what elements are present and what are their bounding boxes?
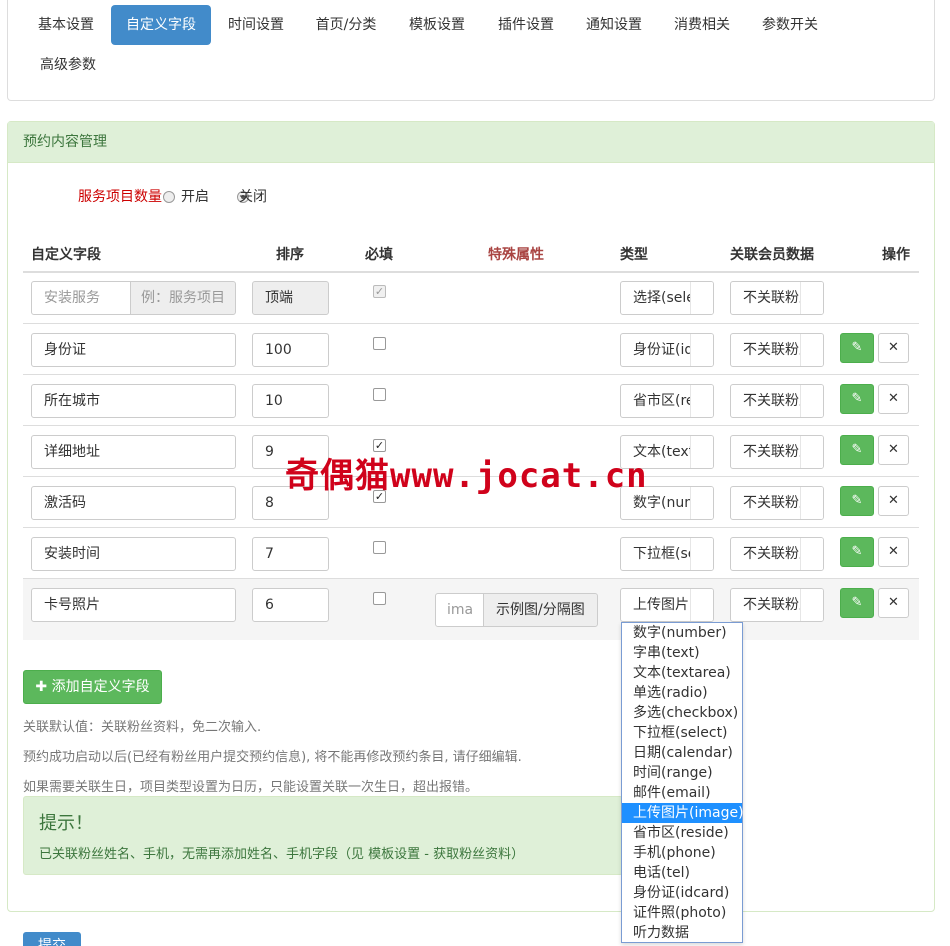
field-name-input[interactable]: 卡号照片 <box>31 588 236 622</box>
header-member-data: 关联会员数据 <box>730 247 814 263</box>
field-required-checkbox[interactable] <box>373 541 386 554</box>
field-type-select[interactable]: 省市区(reside) <box>620 384 714 418</box>
service-count-off-label: 关闭 <box>239 189 267 205</box>
help-note: 关联默认值：关联粉丝资料，免二次输入. <box>23 720 262 735</box>
field-member-select[interactable]: 不关联粉丝 <box>730 588 824 622</box>
alert-text: 已关联粉丝姓名、手机，无需再添加姓名、手机字段（见 模板设置 - 获取粉丝资料） <box>39 847 525 862</box>
delete-button[interactable]: ✕ <box>878 537 909 567</box>
dropdown-option[interactable]: 字串(text) <box>622 643 742 663</box>
tip-alert: 提示！ 已关联粉丝姓名、手机，无需再添加姓名、手机字段（见 模板设置 - 获取粉… <box>23 796 623 875</box>
header-divider <box>23 271 919 273</box>
edit-button[interactable]: ✎ <box>840 435 874 465</box>
edit-button[interactable]: ✎ <box>840 537 874 567</box>
delete-button[interactable]: ✕ <box>878 384 909 414</box>
tab-custom-fields[interactable]: 自定义字段 <box>111 5 211 45</box>
edit-button[interactable]: ✎ <box>840 384 874 414</box>
dropdown-option[interactable]: 身份证(idcard) <box>622 883 742 903</box>
header-order: 排序 <box>276 247 304 263</box>
special-attr-addon: 示例图/分隔图 <box>483 593 598 627</box>
edit-button[interactable]: ✎ <box>840 486 874 516</box>
add-custom-field-button[interactable]: ✚ 添加自定义字段 <box>23 670 162 704</box>
tab-template-settings[interactable]: 模板设置 <box>393 5 481 45</box>
header-type: 类型 <box>620 247 648 263</box>
dropdown-option[interactable]: 文本(textarea) <box>622 663 742 683</box>
tab-home-category[interactable]: 首页/分类 <box>301 5 391 45</box>
tab-param-switch[interactable]: 参数开关 <box>747 5 833 45</box>
row-divider <box>23 323 919 324</box>
header-custom-field: 自定义字段 <box>31 247 101 263</box>
header-special-attr: 特殊属性 <box>488 247 544 263</box>
field-name-input[interactable]: 详细地址 <box>31 435 236 469</box>
tab-time-settings[interactable]: 时间设置 <box>213 5 299 45</box>
edit-button[interactable]: ✎ <box>840 588 874 618</box>
header-action: 操作 <box>882 247 910 263</box>
dropdown-option[interactable]: 手机(phone) <box>622 843 742 863</box>
field-required-checkbox[interactable] <box>373 592 386 605</box>
dropdown-option-selected[interactable]: 上传图片(image) <box>622 803 744 823</box>
tab-notify-settings[interactable]: 通知设置 <box>571 5 657 45</box>
tab-advanced-params[interactable]: 高级参数 <box>25 45 111 85</box>
new-field-name-input[interactable]: 安装服务 <box>31 281 131 315</box>
row-divider <box>23 374 919 375</box>
field-required-checkbox[interactable] <box>373 337 386 350</box>
row-divider <box>23 425 919 426</box>
row-divider <box>23 527 919 528</box>
field-order-input[interactable]: 6 <box>252 588 329 622</box>
tab-basic-settings[interactable]: 基本设置 <box>23 5 109 45</box>
field-required-checkbox[interactable] <box>373 388 386 401</box>
dropdown-option[interactable]: 多选(checkbox) <box>622 703 742 723</box>
service-count-on-radio[interactable] <box>163 191 175 203</box>
field-type-select[interactable]: 上传图片(image) <box>620 588 714 622</box>
field-order-input[interactable]: 7 <box>252 537 329 571</box>
edit-button[interactable]: ✎ <box>840 333 874 363</box>
new-field-required-checkbox: ✓ <box>373 285 386 298</box>
field-name-input[interactable]: 激活码 <box>31 486 236 520</box>
header-required: 必填 <box>365 247 393 263</box>
new-field-name-addon: 例：服务项目 <box>130 281 236 315</box>
field-member-select[interactable]: 不关联粉丝 <box>730 486 824 520</box>
dropdown-option[interactable]: 时间(range) <box>622 763 742 783</box>
dropdown-option[interactable]: 证件照(photo) <box>622 903 742 923</box>
dropdown-option[interactable]: 日期(calendar) <box>622 743 742 763</box>
alert-title: 提示！ <box>39 813 93 834</box>
help-note: 如果需要关联生日，项目类型设置为日历，只能设置关联一次生日，超出报错。 <box>23 780 479 795</box>
dropdown-option[interactable]: 下拉框(select) <box>622 723 742 743</box>
tab-consumption[interactable]: 消费相关 <box>659 5 745 45</box>
dropdown-option[interactable]: 单选(radio) <box>622 683 742 703</box>
delete-button[interactable]: ✕ <box>878 486 909 516</box>
delete-button[interactable]: ✕ <box>878 333 909 363</box>
new-field-type-select[interactable]: 选择(select) <box>620 281 714 315</box>
plus-icon: ✚ <box>35 679 52 695</box>
type-select-dropdown[interactable]: 数字(number) 字串(text) 文本(textarea) 单选(radi… <box>621 622 744 943</box>
dropdown-option[interactable]: 邮件(email) <box>622 783 742 803</box>
submit-button[interactable]: 提交 <box>23 932 81 946</box>
field-name-input[interactable]: 所在城市 <box>31 384 236 418</box>
dropdown-option[interactable]: 省市区(reside) <box>622 823 742 843</box>
watermark-text: 奇偶猫www.jocat.cn <box>285 456 648 496</box>
service-count-on-label: 开启 <box>181 189 209 205</box>
delete-button[interactable]: ✕ <box>878 588 909 618</box>
field-member-select[interactable]: 不关联粉丝 <box>730 537 824 571</box>
field-type-select[interactable]: 下拉框(select) <box>620 537 714 571</box>
dropdown-option[interactable]: 听力数据 <box>622 923 742 943</box>
dropdown-option[interactable]: 电话(tel) <box>622 863 742 883</box>
dropdown-option[interactable]: 数字(number) <box>622 623 742 643</box>
help-note: 预约成功启动以后(已经有粉丝用户提交预约信息), 将不能再修改预约条目, 请仔细… <box>23 750 522 765</box>
field-name-input[interactable]: 身份证 <box>31 333 236 367</box>
field-member-select[interactable]: 不关联粉丝 <box>730 435 824 469</box>
add-custom-field-label: 添加自定义字段 <box>51 679 150 695</box>
new-field-order-input: 顶端 <box>252 281 329 315</box>
delete-button[interactable]: ✕ <box>878 435 909 465</box>
panel-title: 预约内容管理 <box>8 122 934 163</box>
field-name-input[interactable]: 安装时间 <box>31 537 236 571</box>
special-attr-input[interactable]: ima <box>435 593 485 627</box>
tab-plugin-settings[interactable]: 插件设置 <box>483 5 569 45</box>
field-member-select[interactable]: 不关联粉丝 <box>730 333 824 367</box>
field-order-input[interactable]: 10 <box>252 384 329 418</box>
field-type-select[interactable]: 身份证(idcard) <box>620 333 714 367</box>
field-member-select[interactable]: 不关联粉丝 <box>730 384 824 418</box>
field-order-input[interactable]: 100 <box>252 333 329 367</box>
service-count-label: 服务项目数量 <box>78 189 162 205</box>
new-field-member-select[interactable]: 不关联粉丝 <box>730 281 824 315</box>
